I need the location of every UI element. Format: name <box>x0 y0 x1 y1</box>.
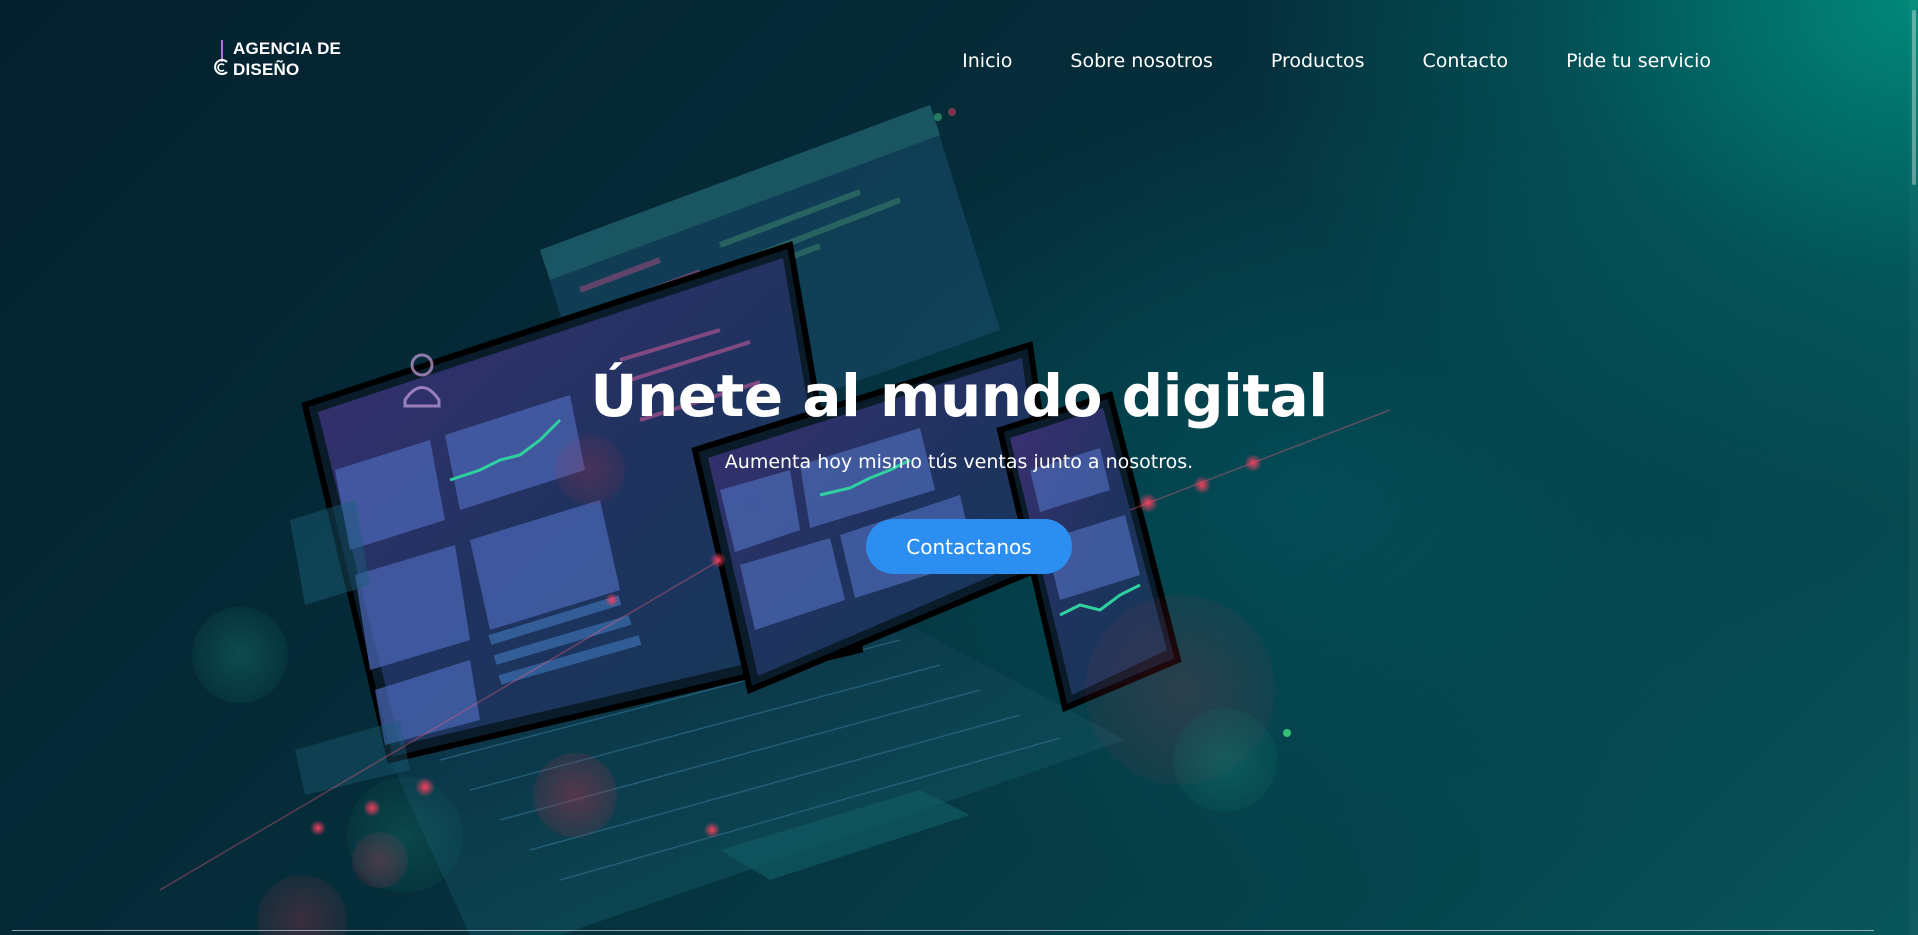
logo-line-1: AGENCIA DE <box>233 39 342 58</box>
nav-link-pide-tu-servicio[interactable]: Pide tu servicio <box>1566 48 1711 74</box>
section-divider <box>12 930 1874 931</box>
logo-mark-icon <box>214 40 228 75</box>
hero-subtitle: Aumenta hoy mismo tús ventas junto a nos… <box>724 451 1194 473</box>
logo-text: AGENCIA DE DISEÑO <box>233 38 341 80</box>
logo-line-2: DISEÑO <box>233 60 300 79</box>
nav-link-productos[interactable]: Productos <box>1271 48 1365 74</box>
nav-link-inicio[interactable]: Inicio <box>962 48 1012 74</box>
contact-button[interactable]: Contactanos <box>866 519 1072 574</box>
page-scrollbar[interactable] <box>1909 0 1918 935</box>
nav-link-contacto[interactable]: Contacto <box>1423 48 1509 74</box>
hero-section: AGENCIA DE DISEÑO Inicio Sobre nosotros … <box>0 0 1918 935</box>
scrollbar-thumb[interactable] <box>1912 10 1916 185</box>
nav-link-sobre-nosotros[interactable]: Sobre nosotros <box>1070 48 1212 74</box>
main-nav: Inicio Sobre nosotros Productos Contacto… <box>904 48 1711 74</box>
hero-title: Únete al mundo digital <box>590 362 1328 430</box>
logo[interactable]: AGENCIA DE DISEÑO <box>209 38 341 80</box>
